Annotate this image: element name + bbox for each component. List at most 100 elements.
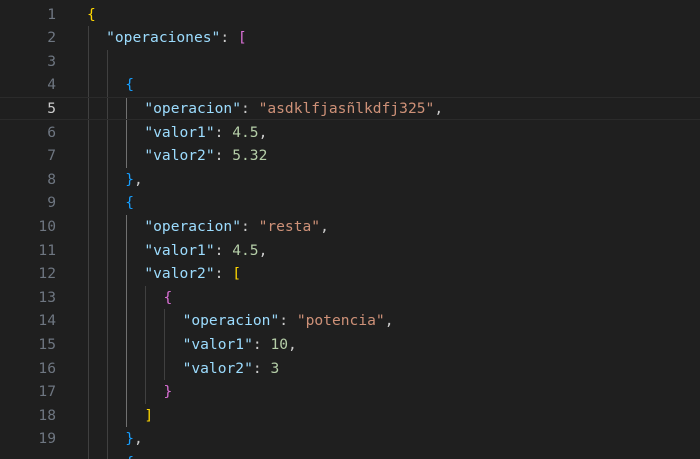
- code-token: "valor1": [144, 241, 215, 259]
- code-token: ,: [134, 170, 143, 188]
- code-token: :: [214, 265, 233, 283]
- code-token: "resta": [258, 217, 321, 235]
- code-line[interactable]: 11 "valor1": 4.5,: [0, 239, 700, 263]
- code-line[interactable]: 16 "valor2": 3: [0, 357, 700, 381]
- code-token: "asdklfjasñlkdfj325": [258, 99, 435, 117]
- code-line[interactable]: 10 "operacion": "resta",: [0, 215, 700, 239]
- code-token: ,: [320, 217, 329, 235]
- line-number: 6: [47, 123, 56, 141]
- code-token: }: [125, 430, 135, 448]
- code-token: "valor2": [144, 265, 215, 283]
- code-line[interactable]: 2 "operaciones": [: [0, 26, 700, 50]
- code-token: "valor2": [182, 359, 253, 377]
- line-number: 1: [47, 5, 56, 23]
- line-code: "valor1": 10,: [183, 333, 297, 357]
- code-token: :: [252, 359, 271, 377]
- code-line[interactable]: 15 "valor1": 10,: [0, 333, 700, 357]
- line-code: },: [125, 427, 143, 451]
- code-editor[interactable]: 1{2 "operaciones": [3 4{5 "operacion": "asd…: [0, 0, 700, 459]
- line-number: 10: [38, 217, 56, 235]
- line-code: "operacion": "asdklfjasñlkdfj325",: [144, 98, 443, 120]
- line-code: {: [125, 451, 134, 459]
- code-token: ,: [258, 241, 268, 259]
- code-token: [: [237, 29, 247, 47]
- code-line[interactable]: 19},: [0, 427, 700, 451]
- code-token: ,: [384, 312, 394, 330]
- code-line[interactable]: 3: [0, 50, 700, 74]
- line-code: "valor1": 4.5,: [144, 121, 267, 145]
- code-token: ,: [434, 99, 444, 117]
- line-number: 9: [47, 194, 56, 212]
- line-code: {: [87, 3, 96, 27]
- code-line[interactable]: 17}: [0, 380, 700, 404]
- code-token: :: [252, 335, 271, 353]
- code-token: "potencia": [296, 312, 385, 330]
- line-code: }: [163, 380, 172, 404]
- code-token: [: [232, 265, 242, 283]
- line-code: },: [125, 168, 143, 192]
- line-code: ]: [144, 404, 153, 428]
- line-number: 13: [38, 288, 56, 306]
- line-number: 5: [47, 99, 56, 117]
- code-token: 3: [270, 359, 280, 377]
- code-line[interactable]: {: [0, 451, 700, 459]
- line-code: {: [163, 286, 172, 310]
- line-code: "operacion": "resta",: [144, 215, 329, 239]
- code-token: {: [87, 5, 96, 23]
- code-token: "operaciones": [106, 29, 221, 47]
- code-token: {: [163, 288, 173, 306]
- code-token: :: [220, 29, 238, 47]
- code-token: :: [214, 147, 233, 165]
- code-token: "operacion": [144, 99, 241, 117]
- code-token: 4.5: [232, 123, 259, 141]
- line-code: "operaciones": [: [106, 26, 247, 50]
- line-number: 17: [38, 383, 56, 401]
- code-token: {: [125, 454, 134, 459]
- line-number: 8: [47, 170, 56, 188]
- code-line[interactable]: 1{: [0, 3, 700, 27]
- code-line[interactable]: 9{: [0, 191, 700, 215]
- line-number: 11: [38, 241, 56, 259]
- code-line[interactable]: 4{: [0, 73, 700, 97]
- line-number: 19: [38, 430, 56, 448]
- code-token: "valor1": [144, 123, 215, 141]
- code-token: 4.5: [232, 241, 259, 259]
- code-token: ]: [144, 406, 154, 424]
- code-line[interactable]: 5 "operacion": "asdklfjasñlkdfj325",: [0, 96, 700, 121]
- code-token: "valor2": [144, 147, 215, 165]
- line-number: 7: [47, 147, 56, 165]
- line-number: 12: [38, 265, 56, 283]
- code-token: ,: [288, 335, 297, 353]
- line-number: 16: [38, 359, 56, 377]
- code-line[interactable]: 13 {: [0, 286, 700, 310]
- code-token: :: [241, 99, 259, 117]
- code-token: }: [163, 383, 173, 401]
- code-line[interactable]: 12 "valor2": [: [0, 262, 700, 286]
- code-token: "valor1": [182, 335, 253, 353]
- code-line[interactable]: 18]: [0, 404, 700, 428]
- code-line[interactable]: 8},: [0, 168, 700, 192]
- line-code: "valor1": 4.5,: [144, 239, 267, 263]
- code-token: 5.32: [232, 147, 268, 165]
- code-token: ,: [258, 123, 268, 141]
- code-token: :: [241, 217, 259, 235]
- code-line[interactable]: 6 "valor1": 4.5,: [0, 121, 700, 145]
- code-line[interactable]: 7 "valor2": 5.32: [0, 144, 700, 168]
- code-token: "operacion": [144, 217, 241, 235]
- code-line[interactable]: 14 "operacion": "potencia",: [0, 309, 700, 333]
- line-code: "operacion": "potencia",: [183, 309, 394, 333]
- line-code: "valor2": 3: [183, 357, 280, 381]
- line-number: 18: [38, 406, 56, 424]
- code-token: "operacion": [182, 312, 280, 330]
- code-token: :: [279, 312, 297, 330]
- code-token: ,: [134, 430, 143, 448]
- line-code: "valor2": 5.32: [144, 144, 267, 168]
- code-token: :: [214, 123, 233, 141]
- code-token: }: [125, 170, 135, 188]
- line-number: 4: [47, 76, 56, 94]
- code-token: :: [214, 241, 233, 259]
- line-number: 15: [38, 335, 56, 353]
- code-token: 10: [270, 335, 289, 353]
- code-token: {: [125, 194, 135, 212]
- line-code: "valor2": [: [144, 262, 241, 286]
